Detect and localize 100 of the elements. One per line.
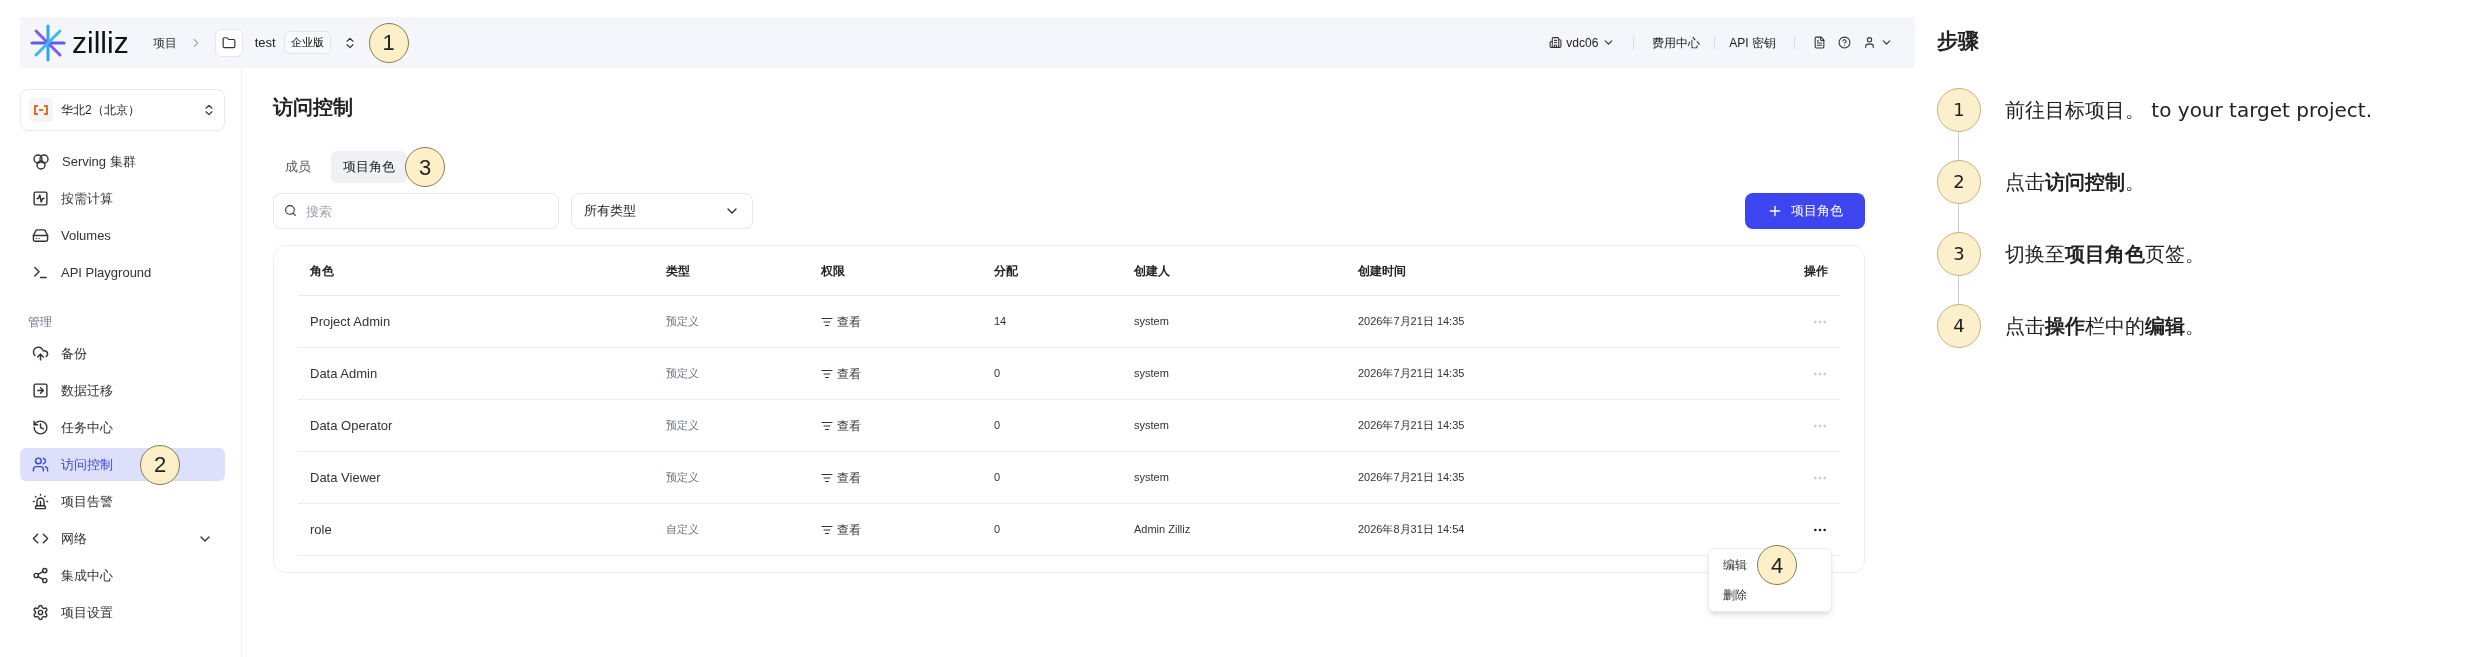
env-selector[interactable]: vdc06 <box>1549 33 1616 52</box>
step-number: 3 <box>1937 231 1981 276</box>
role-name: Data Operator <box>310 416 394 435</box>
step-text: 点击访问控制。 <box>2005 168 2145 196</box>
role-name: role <box>310 520 333 539</box>
cloud-upload-icon <box>32 345 49 362</box>
bracket-icon <box>29 98 53 122</box>
tab[interactable]: 项目角色 <box>331 151 407 183</box>
history-icon <box>32 419 49 436</box>
sidebar-item[interactable]: API Playground <box>20 256 225 289</box>
star-logo-icon <box>28 22 68 63</box>
sidebar-item[interactable]: 按需计算 <box>20 182 225 215</box>
sidebar-item[interactable]: Serving 集群 <box>20 145 225 178</box>
steps-title: 步骤 <box>1937 28 1980 55</box>
list-search-icon <box>821 523 833 536</box>
edition-badge: 企业版 <box>283 31 331 54</box>
section-label: 管理 <box>27 314 53 331</box>
role-type: 预定义 <box>666 418 700 434</box>
created-time: 2026年7月21日 14:35 <box>1358 418 1466 434</box>
column-header: 创建人 <box>1134 262 1171 280</box>
list-search-icon <box>821 367 833 380</box>
step-number: 1 <box>1937 87 1981 132</box>
column-header: 角色 <box>310 262 335 280</box>
step-callout: 1 <box>368 22 409 63</box>
step-text: 点击操作栏中的编辑。 <box>2005 312 2205 340</box>
role-name: Project Admin <box>310 312 392 331</box>
assigned-count: 14 <box>994 314 1008 330</box>
add-role-button[interactable]: 项目角色 <box>1745 193 1865 229</box>
drive-icon <box>32 227 49 244</box>
step-number: 2 <box>1937 159 1981 204</box>
role-type: 预定义 <box>666 366 700 382</box>
building-icon <box>1549 36 1563 49</box>
step-text: 切换至项目角色页签。 <box>2005 240 2205 268</box>
column-header: 权限 <box>821 262 846 280</box>
sidebar-item[interactable]: Volumes <box>20 219 225 252</box>
assigned-count: 0 <box>994 366 1002 382</box>
creator: system <box>1134 314 1170 330</box>
sidebar-item[interactable]: 任务中心 <box>20 411 225 444</box>
folder-icon <box>221 35 236 50</box>
logo-text: zilliz <box>72 25 129 61</box>
created-time: 2026年7月21日 14:35 <box>1358 470 1466 486</box>
billing-link[interactable]: 费用中心 <box>1652 33 1701 52</box>
share-icon <box>32 567 49 584</box>
created-time: 2026年7月21日 14:35 <box>1358 314 1466 330</box>
list-search-icon <box>821 315 833 328</box>
role-type: 自定义 <box>666 522 700 538</box>
menu-item[interactable]: 编辑 <box>1723 556 1747 574</box>
type-dropdown[interactable]: 所有类型 <box>571 193 753 229</box>
column-header: 操作 <box>1804 262 1828 280</box>
tab[interactable]: 成员 <box>273 151 323 183</box>
assigned-count: 0 <box>994 470 1002 486</box>
alarm-icon <box>32 493 49 510</box>
view-permission-link[interactable]: 查看 <box>821 416 861 435</box>
view-permission-link[interactable]: 查看 <box>821 520 861 539</box>
step-callout: 3 <box>405 147 445 187</box>
sidebar-item[interactable]: 备份 <box>20 337 225 370</box>
chart-icon <box>32 190 49 207</box>
menu-item[interactable]: 删除 <box>1723 586 1747 604</box>
terminal-icon <box>32 264 49 281</box>
help-icon[interactable] <box>1838 36 1851 49</box>
creator: system <box>1134 470 1170 486</box>
step-callout: 2 <box>140 444 180 485</box>
role-type: 预定义 <box>666 470 700 486</box>
column-header: 分配 <box>994 262 1019 280</box>
search-icon <box>284 204 297 217</box>
assigned-count: 0 <box>994 418 1002 434</box>
sidebar-item[interactable]: 项目设置 <box>20 596 225 629</box>
sidebar-item[interactable]: 网络 <box>20 522 225 555</box>
view-permission-link[interactable]: 查看 <box>821 364 861 383</box>
role-name: Data Admin <box>310 364 379 383</box>
column-header: 类型 <box>666 262 691 280</box>
circles-icon <box>32 152 50 171</box>
created-time: 2026年8月31日 14:54 <box>1358 522 1466 538</box>
project-name[interactable]: test <box>254 32 276 53</box>
view-permission-link[interactable]: 查看 <box>821 312 861 331</box>
creator: Admin Zilliz <box>1134 522 1192 538</box>
search-field[interactable]: 搜索 <box>273 193 559 229</box>
region-selector[interactable]: 华北2（北京） <box>20 89 225 131</box>
step-callout: 4 <box>1757 545 1797 585</box>
list-search-icon <box>821 471 833 484</box>
folder-button[interactable] <box>214 28 243 57</box>
plus-icon <box>1767 203 1783 219</box>
sidebar-item[interactable]: 项目告警 <box>20 485 225 518</box>
creator: system <box>1134 366 1170 382</box>
api-key-link[interactable]: API 密钥 <box>1729 33 1776 52</box>
settings-icon <box>32 604 49 621</box>
sidebar-item[interactable]: 集成中心 <box>20 559 225 592</box>
column-header: 创建时间 <box>1358 262 1407 280</box>
created-time: 2026年7月21日 14:35 <box>1358 366 1466 382</box>
document-icon[interactable] <box>1813 36 1826 49</box>
import-icon <box>32 382 49 399</box>
step-text: 前往目标项目。 to your target project. <box>2005 96 2373 124</box>
step-number: 4 <box>1937 303 1981 348</box>
users-icon <box>32 456 49 473</box>
breadcrumb-link[interactable]: 项目 <box>152 33 177 52</box>
role-type: 预定义 <box>666 314 700 330</box>
view-permission-link[interactable]: 查看 <box>821 468 861 487</box>
user-icon[interactable] <box>1863 36 1876 49</box>
list-search-icon <box>821 419 833 432</box>
sidebar-item[interactable]: 数据迁移 <box>20 374 225 407</box>
